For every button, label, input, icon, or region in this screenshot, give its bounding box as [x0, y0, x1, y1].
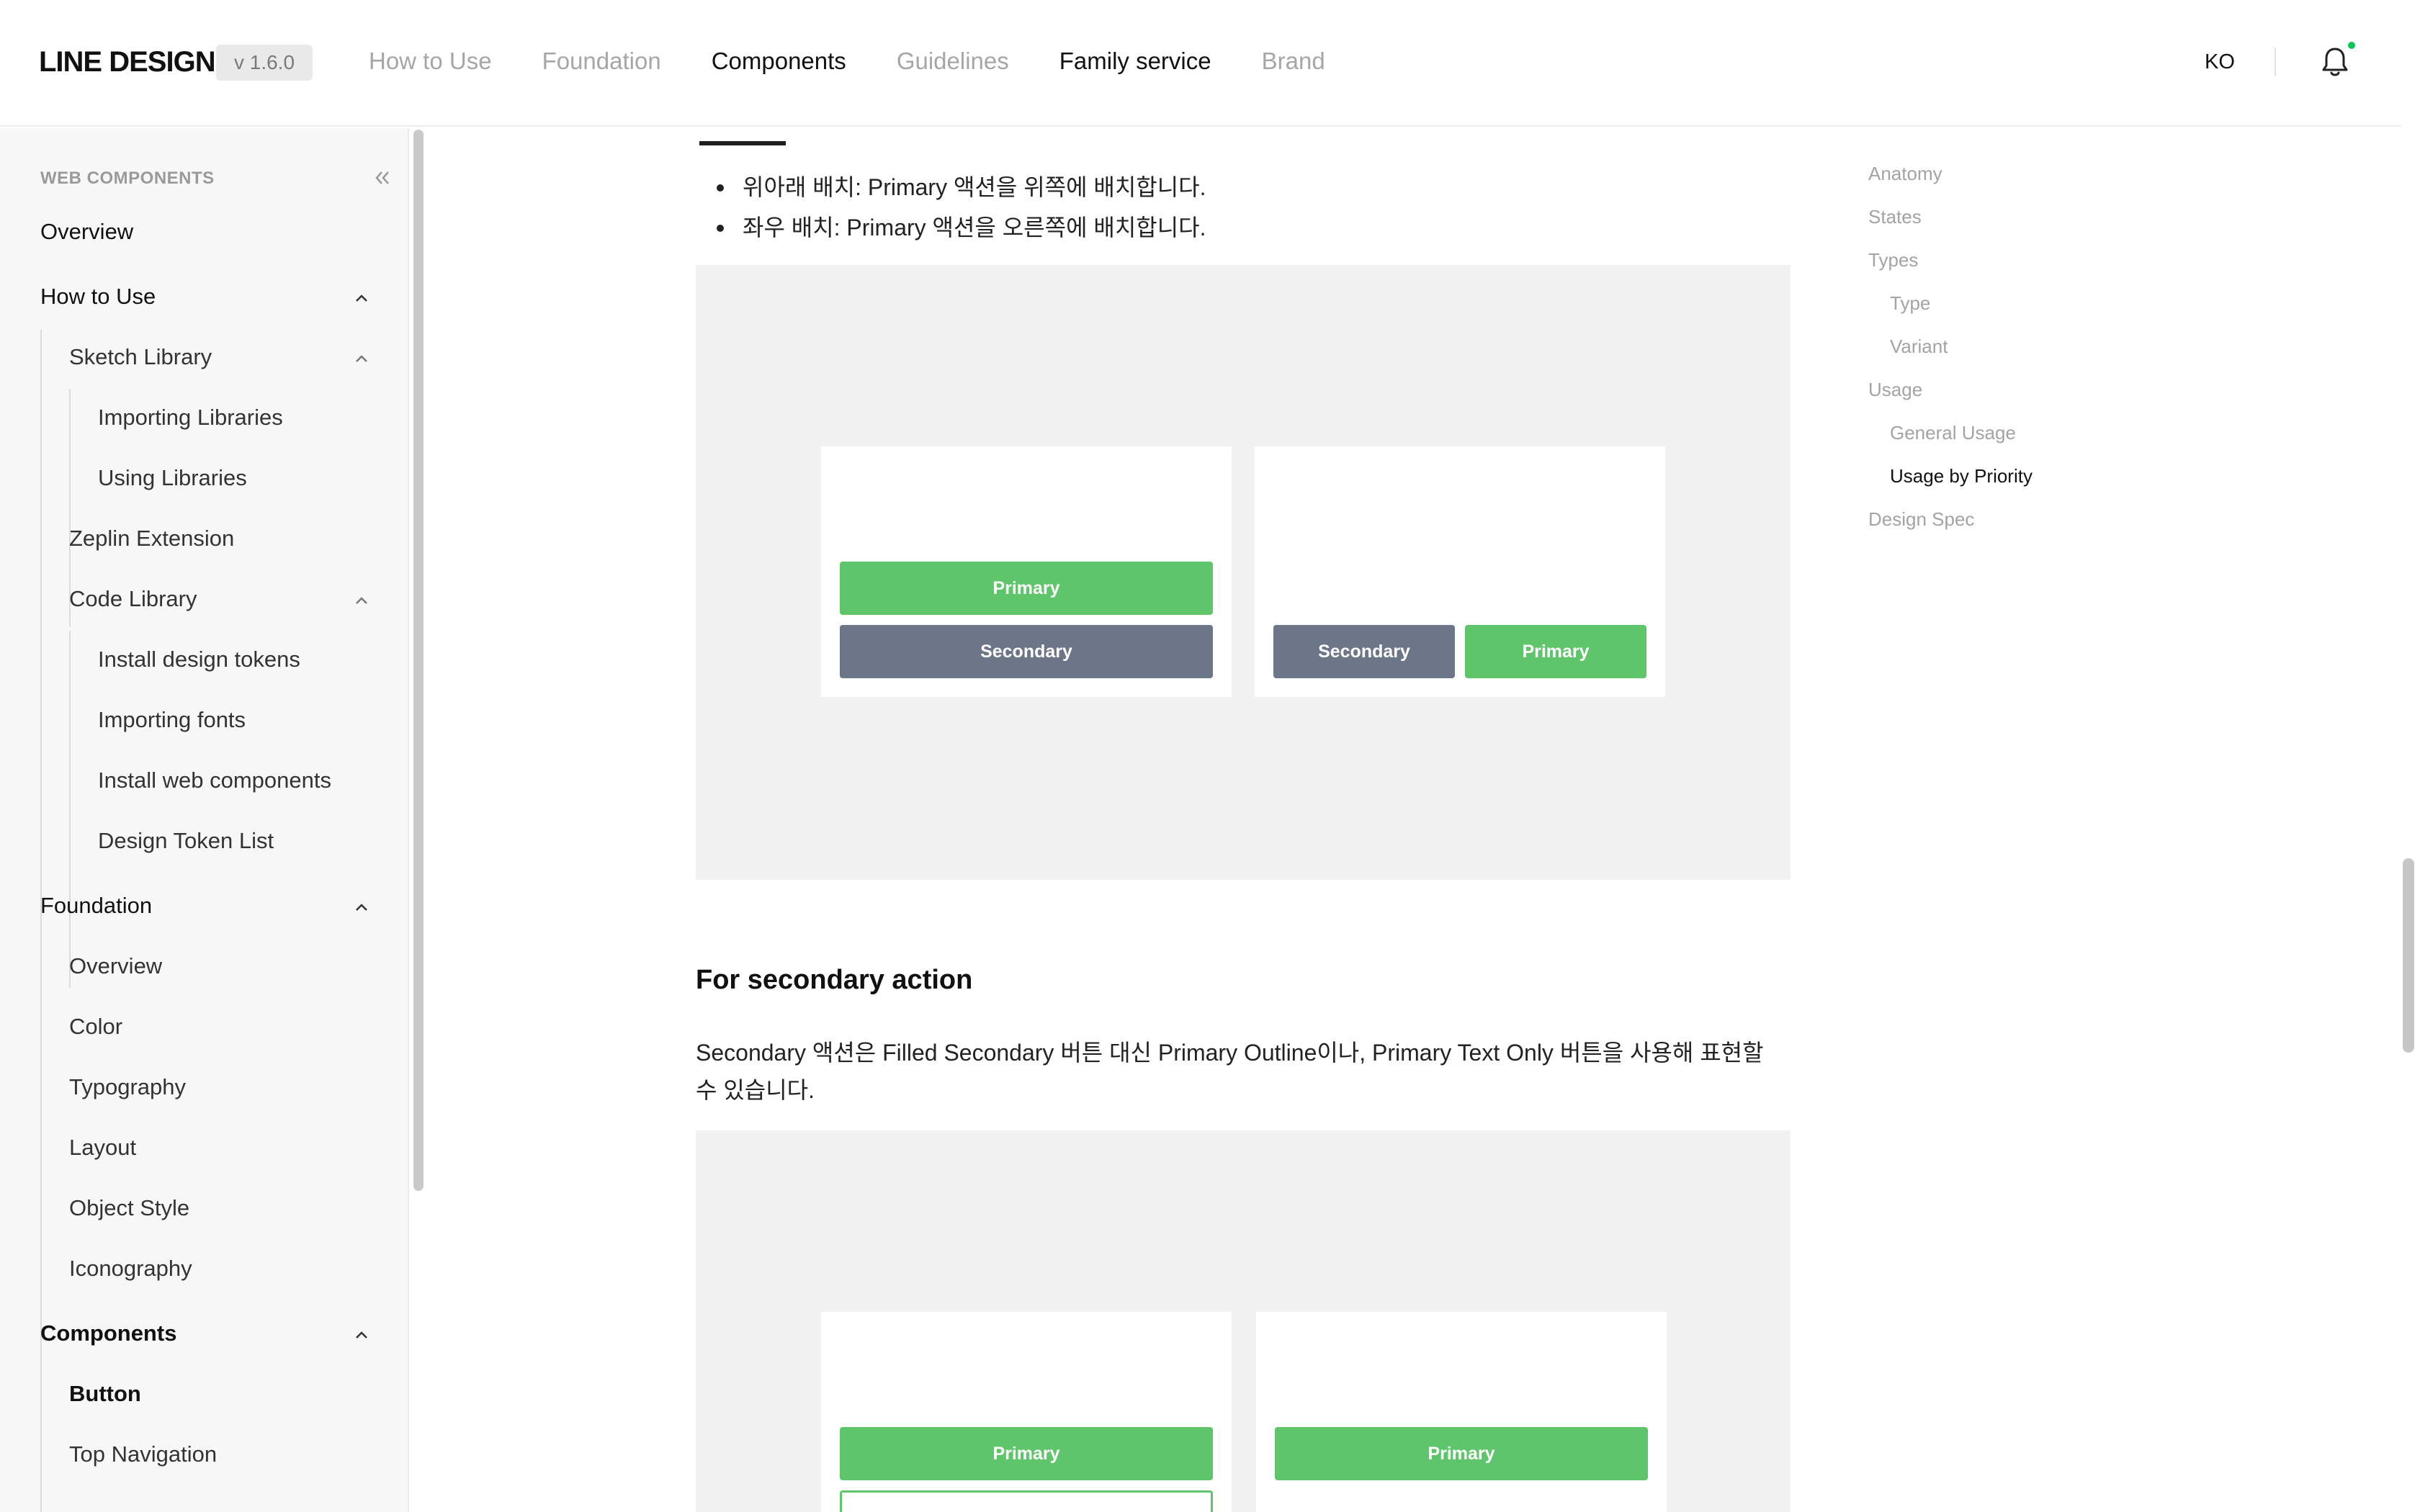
example-box-secondary-action: Primary Primary — [696, 1130, 1791, 1512]
tree-guide-line — [40, 330, 42, 966]
sidebar-item-color[interactable]: Color — [69, 1014, 122, 1040]
sidebar-item-iconography[interactable]: Iconography — [69, 1256, 192, 1282]
active-tab-indicator — [699, 141, 786, 145]
example-card-text-only: Primary — [1256, 1312, 1667, 1512]
sidebar-item-foundation-overview[interactable]: Overview — [69, 953, 162, 979]
notification-dot — [2348, 42, 2355, 49]
toc-general-usage[interactable]: General Usage — [1890, 422, 2016, 444]
sidebar-item-overview[interactable]: Overview — [40, 219, 133, 245]
chevron-up-icon[interactable] — [353, 595, 370, 606]
tree-guide-line — [40, 1367, 42, 1512]
tree-guide-line — [69, 631, 71, 988]
toc-design-spec[interactable]: Design Spec — [1868, 508, 1974, 531]
sidebar-item-design-token-list[interactable]: Design Token List — [98, 828, 274, 854]
sidebar-scrollbar[interactable] — [413, 130, 424, 1191]
toc-anatomy[interactable]: Anatomy — [1868, 163, 1942, 185]
secondary-button[interactable]: Secondary — [840, 625, 1213, 678]
sidebar-item-sketch-library[interactable]: Sketch Library — [69, 344, 212, 370]
tree-guide-line — [40, 939, 42, 1381]
chevron-up-icon[interactable] — [353, 292, 370, 304]
sidebar-section-title: WEB COMPONENTS — [40, 168, 215, 188]
sidebar-item-button[interactable]: Button — [69, 1381, 141, 1407]
primary-button[interactable]: Primary — [1465, 625, 1646, 678]
sidebar-item-components[interactable]: Components — [40, 1320, 176, 1346]
nav-brand[interactable]: Brand — [1262, 48, 1325, 75]
toc-states[interactable]: States — [1868, 206, 1922, 228]
section-description: Secondary 액션은 Filled Secondary 버튼 대신 Pri… — [696, 1040, 1764, 1103]
sidebar-item-zeplin-extension[interactable]: Zeplin Extension — [69, 526, 234, 552]
sidebar-item-importing-libraries[interactable]: Importing Libraries — [98, 405, 283, 431]
sidebar-item-foundation[interactable]: Foundation — [40, 893, 152, 919]
toc-types[interactable]: Types — [1868, 249, 1918, 271]
primary-button[interactable]: Primary — [840, 1427, 1213, 1480]
chevron-up-icon[interactable] — [353, 353, 370, 364]
bullet-horizontal: 좌우 배치: Primary 액션을 오른쪽에 배치합니다. — [717, 207, 1206, 248]
sidebar-item-layout[interactable]: Layout — [69, 1135, 136, 1161]
sidebar-item-typography[interactable]: Typography — [69, 1074, 186, 1100]
example-card-outline: Primary — [821, 1312, 1232, 1512]
nav-components[interactable]: Components — [712, 48, 846, 75]
toc-usage[interactable]: Usage — [1868, 379, 1922, 401]
nav-guidelines[interactable]: Guidelines — [897, 48, 1009, 75]
example-box-priority: Primary Secondary Secondary Primary — [696, 265, 1791, 880]
sidebar-item-using-libraries[interactable]: Using Libraries — [98, 465, 247, 491]
global-nav: How to Use Foundation Components Guideli… — [369, 48, 1325, 75]
toc-usage-by-priority[interactable]: Usage by Priority — [1890, 465, 2033, 487]
sidebar-item-install-design-tokens[interactable]: Install design tokens — [98, 647, 300, 672]
example-card-horizontal: Secondary Primary — [1255, 446, 1665, 697]
placement-bullets: 위아래 배치: Primary 액션을 위쪽에 배치합니다. 좌우 배치: Pr… — [717, 167, 1206, 248]
page-scrollbar[interactable] — [2403, 858, 2414, 1053]
bullet-vertical: 위아래 배치: Primary 액션을 위쪽에 배치합니다. — [717, 167, 1206, 207]
language-toggle[interactable]: KO — [2205, 50, 2235, 74]
nav-how-to-use[interactable]: How to Use — [369, 48, 492, 75]
sidebar-item-importing-fonts[interactable]: Importing fonts — [98, 707, 246, 733]
bell-icon[interactable] — [2321, 46, 2349, 78]
outline-button[interactable] — [840, 1490, 1213, 1512]
sidebar-item-top-navigation[interactable]: Top Navigation — [69, 1441, 217, 1467]
primary-button[interactable]: Primary — [840, 562, 1213, 615]
nav-foundation[interactable]: Foundation — [542, 48, 661, 75]
version-badge: v 1.6.0 — [216, 45, 313, 81]
sidebar: WEB COMPONENTS Overview How to Use Sketc… — [0, 128, 409, 1512]
sidebar-item-object-style[interactable]: Object Style — [69, 1195, 189, 1221]
header-divider — [2275, 48, 2276, 76]
nav-family-service[interactable]: Family service — [1059, 48, 1211, 75]
logo[interactable]: LINE DESIGN — [39, 46, 216, 78]
toc-type[interactable]: Type — [1890, 292, 1930, 315]
chevron-up-icon[interactable] — [353, 901, 370, 913]
sidebar-item-install-web-components[interactable]: Install web components — [98, 768, 331, 793]
double-chevron-left-icon[interactable] — [372, 167, 393, 189]
example-card-vertical: Primary Secondary — [821, 446, 1232, 697]
sidebar-item-how-to-use[interactable]: How to Use — [40, 284, 156, 310]
chevron-up-icon[interactable] — [353, 1329, 370, 1341]
sidebar-item-code-library[interactable]: Code Library — [69, 586, 197, 612]
top-header: LINE DESIGN v 1.6.0 How to Use Foundatio… — [0, 0, 2401, 127]
secondary-button[interactable]: Secondary — [1273, 625, 1455, 678]
primary-button[interactable]: Primary — [1275, 1427, 1648, 1480]
toc-variant[interactable]: Variant — [1890, 336, 1948, 358]
section-heading-secondary-action: For secondary action — [696, 965, 973, 995]
